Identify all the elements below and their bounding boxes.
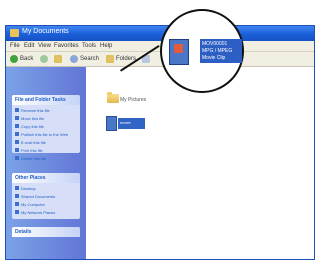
menu-file[interactable]: File <box>10 43 20 49</box>
file-tasks-title[interactable]: File and Folder Tasks <box>12 95 80 105</box>
forward-arrow-icon <box>40 54 48 63</box>
place-my-computer[interactable]: My Computer <box>15 201 77 207</box>
task-label: E-mail this file <box>21 139 46 145</box>
task-label: Publish this file to the Web <box>21 131 69 137</box>
back-arrow-icon <box>10 54 18 63</box>
task-move[interactable]: Move this file <box>15 115 77 121</box>
movie-file-icon-zoomed <box>169 39 189 65</box>
task-pane: File and Folder Tasks Rename this file M… <box>6 67 86 259</box>
menu-view[interactable]: View <box>38 43 51 49</box>
task-label: Copy this file <box>21 123 44 129</box>
details-title[interactable]: Details <box>12 227 80 237</box>
place-label: Desktop <box>21 185 36 191</box>
menu-tools[interactable]: Tools <box>82 43 96 49</box>
title-bar[interactable]: My Documents <box>6 26 314 41</box>
my-pictures-folder-icon[interactable] <box>107 92 119 103</box>
forward-button[interactable] <box>40 54 48 63</box>
back-label: Back <box>20 55 34 62</box>
back-button[interactable]: Back <box>10 54 33 63</box>
folder-icon <box>10 29 19 37</box>
task-email[interactable]: E-mail this file <box>15 139 77 145</box>
folder-icon <box>15 194 19 198</box>
movie-file-icon[interactable] <box>106 116 117 131</box>
zoom-callout: MOV00001 MPG / MPEG Movie Clip <box>160 9 244 93</box>
search-button[interactable]: Search <box>70 54 99 63</box>
zoom-line-3: Movie Clip <box>202 55 226 61</box>
task-label: Rename this file <box>21 107 50 113</box>
other-places-panel: Other Places Desktop Shared Documents My… <box>12 173 80 219</box>
email-icon <box>15 140 19 144</box>
place-shared-documents[interactable]: Shared Documents <box>15 193 77 199</box>
menu-help[interactable]: Help <box>100 43 112 49</box>
task-delete[interactable]: Delete this file <box>15 155 77 161</box>
delete-icon <box>15 156 19 160</box>
publish-icon <box>15 132 19 136</box>
up-folder-icon <box>54 54 62 63</box>
task-copy[interactable]: Copy this file <box>15 123 77 129</box>
copy-icon <box>15 124 19 128</box>
place-label: Shared Documents <box>21 193 56 199</box>
task-label: Delete this file <box>21 155 47 161</box>
place-label: My Network Places <box>21 209 56 215</box>
file-label[interactable]: movie <box>120 120 131 125</box>
other-places-title[interactable]: Other Places <box>12 173 80 183</box>
search-icon <box>70 54 78 63</box>
place-desktop[interactable]: Desktop <box>15 185 77 191</box>
task-rename[interactable]: Rename this file <box>15 107 77 113</box>
menu-favorites[interactable]: Favorites <box>54 43 79 49</box>
zoom-line-2: MPG / MPEG <box>202 48 233 54</box>
computer-icon <box>15 202 19 206</box>
search-label: Search <box>80 55 100 62</box>
task-label: Move this file <box>21 115 45 121</box>
task-print[interactable]: Print this file <box>15 147 77 153</box>
folders-icon <box>106 54 114 63</box>
print-icon <box>15 148 19 152</box>
place-network[interactable]: My Network Places <box>15 209 77 215</box>
zoomed-selection: MOV00001 MPG / MPEG Movie Clip <box>200 39 242 63</box>
desktop-icon <box>15 186 19 190</box>
move-icon <box>15 116 19 120</box>
window-title: My Documents <box>22 28 69 35</box>
place-label: My Computer <box>21 201 46 207</box>
task-publish[interactable]: Publish this file to the Web <box>15 131 77 137</box>
file-tasks-panel: File and Folder Tasks Rename this file M… <box>12 95 80 161</box>
task-label: Print this file <box>21 147 43 153</box>
menu-edit[interactable]: Edit <box>24 43 34 49</box>
explorer-window: My Documents File Edit View Favorites To… <box>5 25 315 260</box>
folder-label[interactable]: My Pictures <box>120 97 146 103</box>
up-folder-button[interactable] <box>54 54 62 63</box>
zoom-line-1: MOV00001 <box>202 41 228 47</box>
network-icon <box>15 210 19 214</box>
rename-icon <box>15 108 19 112</box>
details-panel: Details <box>12 227 80 237</box>
file-list-area: My Pictures movie <box>87 67 314 259</box>
